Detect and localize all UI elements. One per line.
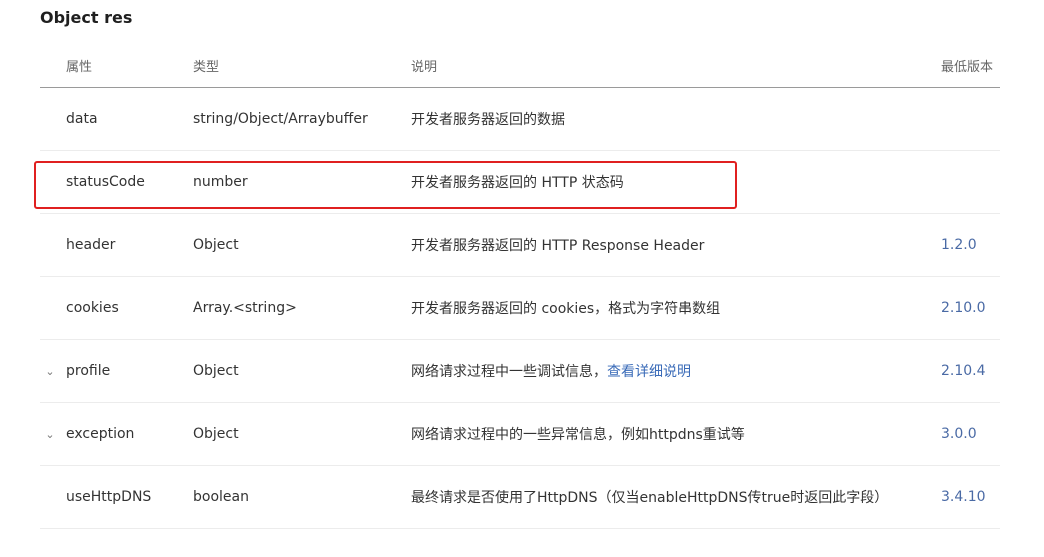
table-row-usehttpdns: useHttpDNS boolean 最终请求是否使用了HttpDNS（仅当en…	[40, 466, 1000, 529]
property-type: string/Object/Arraybuffer	[193, 111, 368, 127]
table-row-exception[interactable]: ⌄ exception Object 网络请求过程中的一些异常信息，例如http…	[40, 403, 1000, 466]
header-version: 最低版本	[941, 60, 994, 75]
property-name: useHttpDNS	[66, 489, 152, 505]
table-row-header: header Object 开发者服务器返回的 HTTP Response He…	[40, 214, 1000, 277]
property-type: number	[193, 174, 248, 190]
property-type: Object	[193, 237, 239, 253]
chevron-down-icon[interactable]: ⌄	[40, 403, 60, 465]
properties-table: 属性 类型 说明 最低版本 data string/Object/Arraybu…	[40, 44, 1000, 529]
property-type: boolean	[193, 489, 249, 505]
property-version: 3.0.0	[941, 426, 977, 442]
property-type: Object	[193, 426, 239, 442]
table-row-profile[interactable]: ⌄ profile Object 网络请求过程中一些调试信息， 查看详细说明 2.…	[40, 340, 1000, 403]
chevron-down-icon[interactable]: ⌄	[40, 340, 60, 402]
property-version: 1.2.0	[941, 237, 977, 253]
table-row-data: data string/Object/Arraybuffer 开发者服务器返回的…	[40, 88, 1000, 151]
section-title: Object res	[40, 8, 133, 27]
property-description: 网络请求过程中一些调试信息， 查看详细说明	[411, 340, 691, 402]
docs-page: Object res 属性 类型 说明 最低版本 data string/Obj…	[0, 0, 1044, 557]
header-type: 类型	[193, 60, 220, 75]
description-text: 网络请求过程中一些调试信息，	[411, 364, 607, 380]
property-version: 2.10.0	[941, 300, 986, 316]
table-row-cookies: cookies Array.<string> 开发者服务器返回的 cookies…	[40, 277, 1000, 340]
property-description: 网络请求过程中的一些异常信息，例如httpdns重试等	[411, 427, 745, 443]
property-name: data	[66, 111, 98, 127]
table-row-statuscode: statusCode number 开发者服务器返回的 HTTP 状态码	[40, 151, 1000, 214]
property-type: Array.<string>	[193, 300, 297, 316]
property-name: header	[66, 237, 116, 253]
header-description: 说明	[411, 60, 438, 75]
property-name: cookies	[66, 300, 119, 316]
property-name: statusCode	[66, 174, 145, 190]
property-description: 开发者服务器返回的 HTTP 状态码	[411, 175, 624, 191]
table-header: 属性 类型 说明 最低版本	[40, 44, 1000, 88]
property-version: 2.10.4	[941, 363, 986, 379]
property-name: profile	[66, 363, 111, 379]
property-name: exception	[66, 426, 135, 442]
header-name: 属性	[66, 60, 93, 75]
details-link[interactable]: 查看详细说明	[607, 361, 691, 381]
property-description: 开发者服务器返回的数据	[411, 112, 565, 128]
property-description: 最终请求是否使用了HttpDNS（仅当enableHttpDNS传true时返回…	[411, 490, 889, 506]
property-description: 开发者服务器返回的 cookies，格式为字符串数组	[411, 301, 721, 317]
property-description: 开发者服务器返回的 HTTP Response Header	[411, 238, 705, 254]
property-type: Object	[193, 363, 239, 379]
property-version: 3.4.10	[941, 489, 986, 505]
